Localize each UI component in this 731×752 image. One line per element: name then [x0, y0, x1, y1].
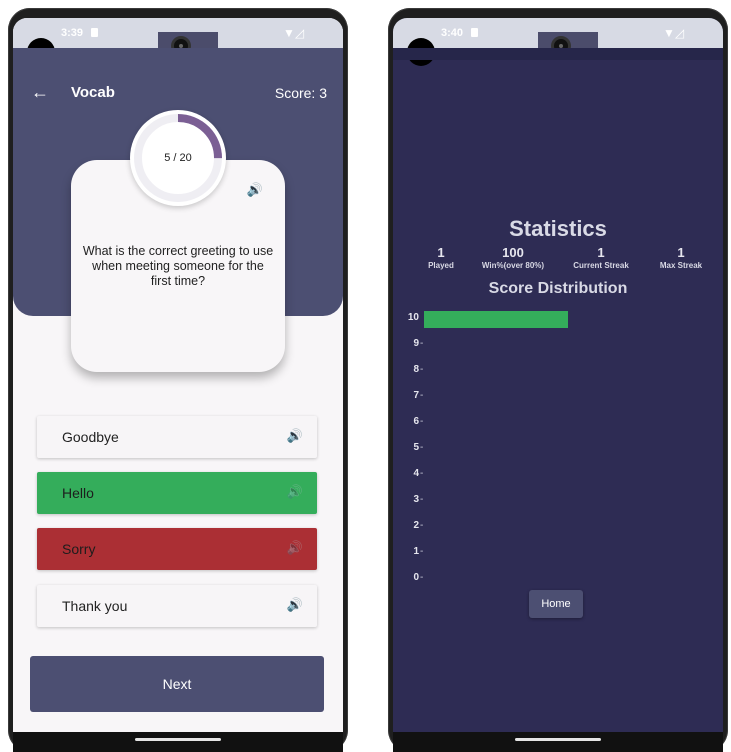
phone-frame-quiz: 3:39 ▼◿ ← Vocab Score: 3 🔊 What is the c… — [8, 8, 348, 752]
statistics-screen: 3:40 ▼◿ Statistics 1 Played 100 Win%(ove… — [393, 18, 723, 732]
stat-value: 1 — [677, 245, 685, 260]
distribution-row: 4- — [393, 466, 723, 482]
progress-ring: 5 / 20 — [130, 110, 226, 206]
home-button[interactable]: Home — [529, 590, 583, 618]
distribution-score-label: 4 — [413, 468, 419, 479]
distribution-row: 1- — [393, 544, 723, 560]
quiz-screen: 3:39 ▼◿ ← Vocab Score: 3 🔊 What is the c… — [13, 18, 343, 732]
score-label: Score: 3 — [274, 85, 327, 101]
speaker-icon[interactable]: 🔊 — [287, 428, 303, 444]
home-indicator[interactable] — [135, 738, 221, 741]
home-indicator[interactable] — [515, 738, 601, 741]
distribution-row: 5- — [393, 440, 723, 456]
distribution-row: 3- — [393, 492, 723, 508]
distribution-score-label: 7 — [413, 390, 419, 401]
distribution-score-label: 9 — [413, 338, 419, 349]
distribution-score-label: 0 — [413, 572, 419, 583]
stat-label: Max Streak — [659, 261, 703, 270]
distribution-score-label: 6 — [413, 416, 419, 427]
gesture-nav-bar — [393, 732, 723, 752]
distribution-empty-marker: - — [420, 546, 424, 557]
status-time: 3:40 — [441, 27, 464, 39]
stat-current-streak: 1 Current Streak — [556, 246, 646, 270]
distribution-row: 6- — [393, 414, 723, 430]
distribution-score-label: 3 — [413, 494, 419, 505]
distribution-empty-marker: - — [420, 572, 424, 583]
distribution-score-label: 8 — [413, 364, 419, 375]
distribution-empty-marker: - — [420, 416, 424, 427]
sd-card-icon — [91, 28, 98, 37]
speaker-icon[interactable]: 🔊 — [287, 597, 303, 613]
speaker-icon[interactable]: 🔊 — [287, 484, 303, 500]
distribution-row: 7- — [393, 388, 723, 404]
phone-frame-statistics: 3:40 ▼◿ Statistics 1 Played 100 Win%(ove… — [388, 8, 728, 752]
wifi-signal-icon: ▼◿ — [283, 26, 305, 40]
stat-label: Current Streak — [573, 261, 629, 270]
sd-card-icon — [471, 28, 478, 37]
distribution-bar — [424, 311, 568, 328]
progress-text: 5 / 20 — [164, 152, 192, 164]
stat-win-percent: 100 Win%(over 80%) — [468, 246, 558, 270]
stat-value: 100 — [502, 245, 524, 260]
statistics-title: Statistics — [509, 216, 607, 241]
answer-option-label: Thank you — [62, 598, 128, 614]
next-button[interactable]: Next — [30, 656, 324, 712]
answer-option-label: Sorry — [62, 541, 96, 557]
answer-option-thank-you[interactable]: Thank you 🔊 — [37, 585, 317, 627]
distribution-empty-marker: - — [420, 494, 424, 505]
distribution-row: 0- — [393, 570, 723, 586]
status-time: 3:39 — [61, 27, 84, 39]
answer-option-hello[interactable]: Hello 🔊 — [37, 472, 317, 514]
distribution-row: 8- — [393, 362, 723, 378]
distribution-empty-marker: - — [420, 338, 424, 349]
stat-value: 1 — [597, 245, 605, 260]
distribution-empty-marker: - — [420, 390, 424, 401]
distribution-score-label: 1 — [413, 546, 419, 557]
stat-label: Win%(over 80%) — [481, 261, 545, 270]
gesture-nav-bar — [13, 732, 343, 752]
answer-option-goodbye[interactable]: Goodbye 🔊 — [37, 416, 317, 458]
answer-option-label: Goodbye — [62, 429, 119, 445]
distribution-empty-marker: - — [420, 520, 424, 531]
page-title: Vocab — [71, 84, 115, 101]
stat-max-streak: 1 Max Streak — [636, 246, 723, 270]
distribution-row: 10 — [393, 310, 723, 328]
distribution-row: 2- — [393, 518, 723, 534]
distribution-empty-marker: - — [420, 364, 424, 375]
wifi-signal-icon: ▼◿ — [663, 26, 685, 40]
answer-option-sorry[interactable]: Sorry 🔊 — [37, 528, 317, 570]
back-arrow-icon[interactable]: ← — [31, 82, 49, 103]
distribution-score-label: 10 — [407, 312, 419, 323]
score-distribution-title: Score Distribution — [488, 280, 628, 297]
question-text: What is the correct greeting to use when… — [82, 244, 274, 288]
answer-option-label: Hello — [62, 485, 94, 501]
distribution-score-label: 2 — [413, 520, 419, 531]
distribution-score-label: 5 — [413, 442, 419, 453]
speaker-icon[interactable]: 🔊 — [287, 540, 303, 556]
distribution-empty-marker: - — [420, 442, 424, 453]
distribution-empty-marker: - — [420, 468, 424, 479]
speaker-icon[interactable]: 🔊 — [247, 182, 263, 198]
distribution-row: 9- — [393, 336, 723, 352]
top-app-band — [393, 48, 723, 60]
